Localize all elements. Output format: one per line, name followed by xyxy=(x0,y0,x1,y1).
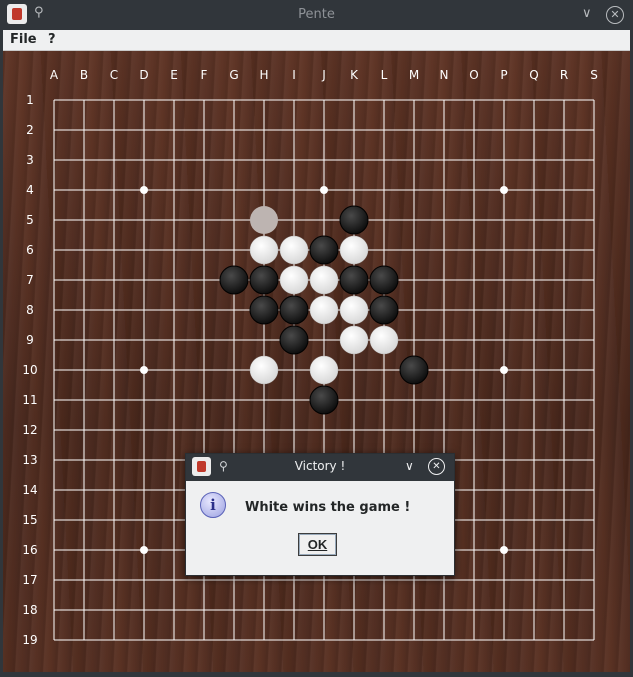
row-label: 7 xyxy=(26,273,34,287)
white-stone xyxy=(309,355,339,385)
white-stone-preview xyxy=(250,206,278,234)
column-label: D xyxy=(139,68,148,82)
star-point xyxy=(500,366,508,374)
row-label: 1 xyxy=(26,93,34,107)
minimize-icon[interactable]: ∨ xyxy=(405,459,414,473)
white-stone xyxy=(309,295,339,325)
close-icon[interactable]: ✕ xyxy=(428,458,445,475)
black-stone xyxy=(369,295,399,325)
menu-file[interactable]: File xyxy=(10,32,37,47)
star-point xyxy=(320,186,328,194)
row-label: 6 xyxy=(26,243,34,257)
window-titlebar[interactable]: ⚲ Pente ∨ ✕ xyxy=(0,0,633,30)
column-label: Q xyxy=(529,68,538,82)
dialog-title: Victory ! xyxy=(294,459,346,473)
column-label: S xyxy=(590,68,598,82)
ok-button-label: OK xyxy=(307,537,328,552)
star-point xyxy=(500,546,508,554)
close-icon[interactable]: ✕ xyxy=(606,6,624,24)
row-label: 4 xyxy=(26,183,34,197)
column-label: B xyxy=(80,68,88,82)
white-stone xyxy=(339,325,369,355)
row-label: 16 xyxy=(22,543,37,557)
white-stone xyxy=(279,235,309,265)
row-label: 8 xyxy=(26,303,34,317)
dialog-message: White wins the game ! xyxy=(245,500,411,515)
menu-help[interactable]: ? xyxy=(48,32,56,47)
black-stone xyxy=(309,235,339,265)
information-icon: i xyxy=(200,492,226,518)
column-label: F xyxy=(201,68,208,82)
row-label: 12 xyxy=(22,423,37,437)
row-label: 17 xyxy=(22,573,37,587)
column-label: I xyxy=(292,68,296,82)
white-stone xyxy=(279,265,309,295)
column-label: J xyxy=(321,68,326,82)
white-stone xyxy=(339,235,369,265)
game-board[interactable]: A B C D E F G H I J K L M N O P Q R S 1 2 3 4 5 6 7 8 9 10 11 12 13 14 15… xyxy=(3,51,630,672)
column-label: O xyxy=(469,68,478,82)
minimize-icon[interactable]: ∨ xyxy=(582,6,592,21)
column-label: P xyxy=(500,68,507,82)
row-label: 15 xyxy=(22,513,37,527)
black-stone xyxy=(309,385,339,415)
black-stone xyxy=(249,265,279,295)
white-stone xyxy=(249,355,279,385)
column-label: M xyxy=(409,68,419,82)
black-stone xyxy=(339,265,369,295)
black-stone xyxy=(249,295,279,325)
row-label: 13 xyxy=(22,453,37,467)
row-label: 11 xyxy=(22,393,37,407)
black-stone xyxy=(219,265,249,295)
column-label: G xyxy=(229,68,238,82)
black-stone xyxy=(369,265,399,295)
black-stone xyxy=(399,355,429,385)
column-label: E xyxy=(170,68,178,82)
column-label: H xyxy=(259,68,268,82)
white-stone xyxy=(369,325,399,355)
ok-button[interactable]: OK xyxy=(298,533,337,556)
row-label: 2 xyxy=(26,123,34,137)
victory-dialog: ⚲ Victory ! ∨ ✕ i White wins the game ! … xyxy=(185,453,455,576)
black-stone xyxy=(279,325,309,355)
menubar: File ? xyxy=(3,30,630,51)
black-stone xyxy=(279,295,309,325)
white-stone xyxy=(309,265,339,295)
row-label: 10 xyxy=(22,363,37,377)
row-label: 5 xyxy=(26,213,34,227)
column-label: L xyxy=(381,68,388,82)
column-label: C xyxy=(110,68,118,82)
star-point xyxy=(140,366,148,374)
column-label: A xyxy=(50,68,59,82)
column-label: K xyxy=(350,68,359,82)
column-label: N xyxy=(440,68,449,82)
star-point xyxy=(500,186,508,194)
white-stone xyxy=(339,295,369,325)
row-label: 9 xyxy=(26,333,34,347)
row-label: 14 xyxy=(22,483,37,497)
dialog-titlebar[interactable]: ⚲ Victory ! ∨ ✕ xyxy=(186,454,454,481)
row-label: 18 xyxy=(22,603,37,617)
row-label: 3 xyxy=(26,153,34,167)
window-title: Pente xyxy=(298,7,335,22)
black-stone xyxy=(339,205,369,235)
row-label: 19 xyxy=(22,633,37,647)
white-stone xyxy=(249,235,279,265)
board-grid[interactable]: A B C D E F G H I J K L M N O P Q R S123456789101112131415… xyxy=(3,51,630,672)
star-point xyxy=(140,546,148,554)
star-point xyxy=(140,186,148,194)
column-label: R xyxy=(560,68,568,82)
